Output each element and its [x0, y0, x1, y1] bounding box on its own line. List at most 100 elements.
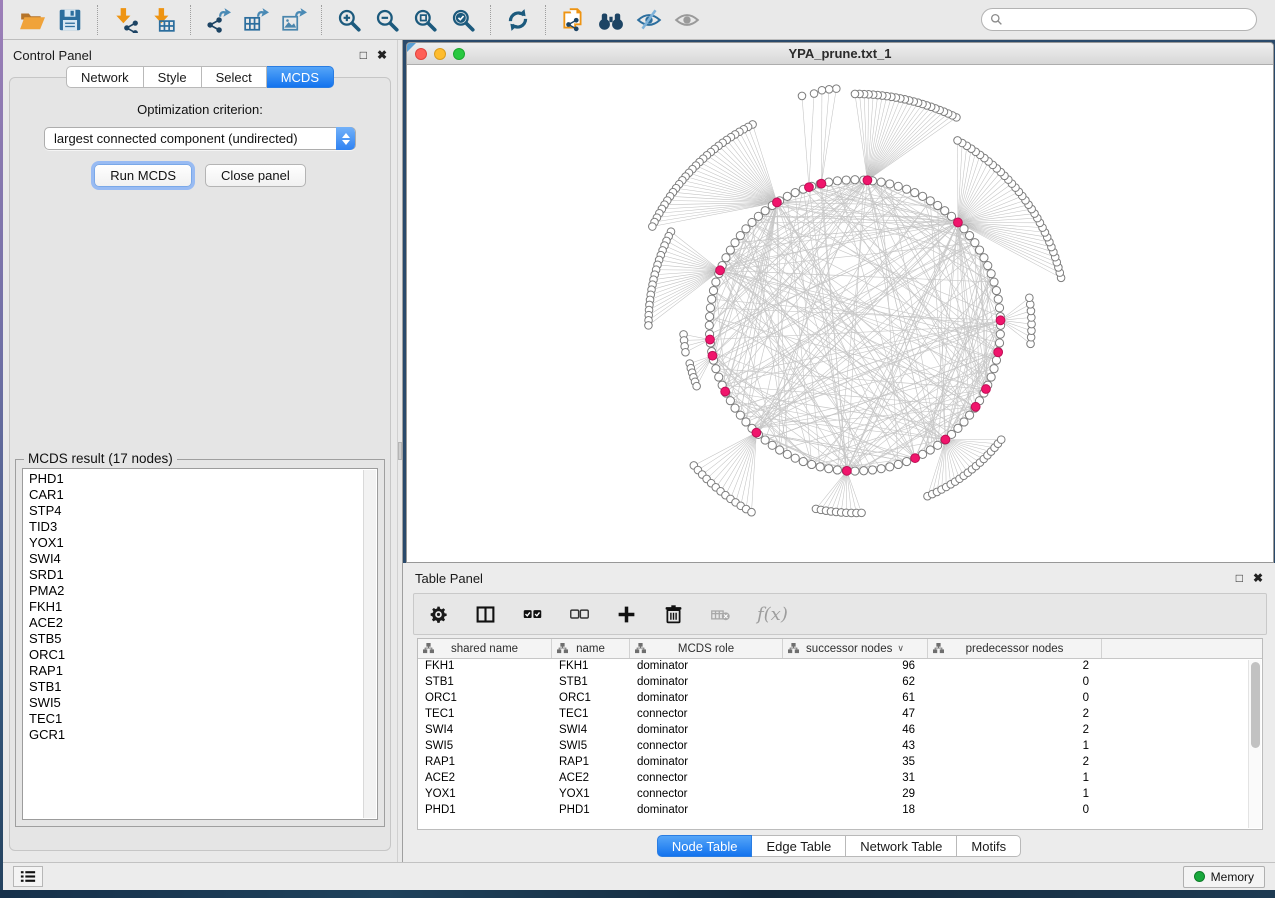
table-row[interactable]: FKH1FKH1dominator962 — [418, 659, 1262, 675]
table-row[interactable]: ACE2ACE2connector311 — [418, 771, 1262, 787]
graph-node[interactable] — [726, 397, 734, 405]
graph-node[interactable] — [682, 348, 690, 356]
graph-node[interactable] — [960, 418, 968, 426]
import-network-button[interactable] — [106, 3, 144, 37]
deselect-all-button[interactable] — [569, 599, 590, 629]
graph-hub-node[interactable] — [805, 183, 814, 192]
refresh-button[interactable] — [499, 3, 537, 37]
graph-node[interactable] — [693, 382, 701, 390]
mcds-result-item[interactable]: SWI4 — [29, 551, 377, 567]
table-cell[interactable]: RAP1 — [418, 755, 552, 771]
table-scrollbar-thumb[interactable] — [1251, 662, 1260, 748]
table-row[interactable]: ORC1ORC1dominator610 — [418, 691, 1262, 707]
graph-hub-node[interactable] — [708, 351, 717, 360]
graph-node[interactable] — [997, 436, 1005, 444]
graph-hub-node[interactable] — [706, 335, 715, 344]
graph-node[interactable] — [715, 373, 723, 381]
graph-node[interactable] — [934, 441, 942, 449]
split-columns-button[interactable] — [475, 599, 496, 629]
mcds-result-item[interactable]: TID3 — [29, 519, 377, 535]
graph-node[interactable] — [709, 286, 717, 294]
graph-node[interactable] — [926, 446, 934, 454]
table-cell[interactable]: 31 — [783, 771, 928, 787]
column-header-successor-nodes[interactable]: successor nodes∨ — [783, 639, 928, 658]
graph-node[interactable] — [706, 313, 714, 321]
tab-select[interactable]: Select — [202, 66, 267, 88]
graph-node[interactable] — [736, 232, 744, 240]
graph-node[interactable] — [995, 304, 1003, 312]
graph-node[interactable] — [984, 262, 992, 270]
graph-node[interactable] — [966, 232, 974, 240]
graph-node[interactable] — [748, 508, 756, 516]
graph-hub-node[interactable] — [842, 466, 851, 475]
table-cell[interactable]: 0 — [928, 691, 1102, 707]
clone-network-button[interactable] — [554, 3, 592, 37]
graph-node[interactable] — [954, 424, 962, 432]
table-row[interactable]: SWI4SWI4dominator462 — [418, 723, 1262, 739]
table-cell[interactable]: 29 — [783, 787, 928, 803]
table-cell[interactable]: 1 — [928, 787, 1102, 803]
table-cell[interactable]: 1 — [928, 739, 1102, 755]
graph-node[interactable] — [980, 254, 988, 262]
graph-node[interactable] — [731, 239, 739, 247]
graph-node[interactable] — [705, 321, 713, 329]
table-cell[interactable]: PHD1 — [552, 803, 630, 819]
mcds-result-item[interactable]: STB1 — [29, 679, 377, 695]
mcds-result-item[interactable]: RAP1 — [29, 663, 377, 679]
mcds-result-item[interactable]: FKH1 — [29, 599, 377, 615]
gear-button[interactable] — [428, 599, 449, 629]
tasks-button[interactable] — [13, 866, 43, 887]
graph-node[interactable] — [966, 411, 974, 419]
graph-node[interactable] — [1026, 294, 1034, 302]
graph-node[interactable] — [791, 189, 799, 197]
table-cell[interactable]: dominator — [630, 675, 783, 691]
graph-node[interactable] — [645, 322, 653, 330]
find-button[interactable] — [592, 3, 630, 37]
graph-node[interactable] — [726, 246, 734, 254]
tab-motifs[interactable]: Motifs — [957, 835, 1021, 857]
graph-node[interactable] — [649, 223, 657, 231]
column-header-shared-name[interactable]: shared name — [418, 639, 552, 658]
graph-node[interactable] — [798, 92, 806, 100]
close-table-panel-icon[interactable]: ✖ — [1253, 571, 1263, 585]
table-cell[interactable]: 2 — [928, 707, 1102, 723]
table-cell[interactable]: SWI5 — [418, 739, 552, 755]
graph-node[interactable] — [995, 339, 1003, 347]
table-cell[interactable]: connector — [630, 739, 783, 755]
mcds-result-item[interactable]: STP4 — [29, 503, 377, 519]
graph-node[interactable] — [783, 450, 791, 458]
mcds-result-item[interactable]: GCR1 — [29, 727, 377, 743]
graph-node[interactable] — [851, 176, 859, 184]
table-cell[interactable]: 0 — [928, 675, 1102, 691]
hide-selected-button[interactable] — [630, 3, 668, 37]
table-cell[interactable]: 0 — [928, 803, 1102, 819]
table-cell[interactable]: connector — [630, 707, 783, 723]
graph-node[interactable] — [990, 365, 998, 373]
mcds-result-item[interactable]: TEC1 — [29, 711, 377, 727]
zoom-out-button[interactable] — [368, 3, 406, 37]
close-panel-button[interactable]: Close panel — [205, 164, 306, 187]
graph-node[interactable] — [992, 286, 1000, 294]
table-cell[interactable]: FKH1 — [418, 659, 552, 675]
table-cell[interactable]: PHD1 — [418, 803, 552, 819]
tab-network[interactable]: Network — [66, 66, 144, 88]
select-all-button[interactable] — [522, 599, 543, 629]
table-cell[interactable]: TEC1 — [418, 707, 552, 723]
graph-hub-node[interactable] — [982, 385, 991, 394]
graph-node[interactable] — [818, 86, 826, 94]
splitter-grip[interactable] — [398, 442, 402, 460]
window-close-icon[interactable] — [415, 48, 427, 60]
float-table-panel-icon[interactable]: □ — [1236, 571, 1243, 585]
graph-hub-node[interactable] — [954, 218, 963, 227]
save-button[interactable] — [51, 3, 89, 37]
column-header-MCDS-role[interactable]: MCDS role — [630, 639, 783, 658]
memory-button[interactable]: Memory — [1183, 866, 1265, 888]
table-cell[interactable]: 2 — [928, 723, 1102, 739]
run-mcds-button[interactable]: Run MCDS — [94, 164, 192, 187]
graph-node[interactable] — [934, 201, 942, 209]
tab-mcds[interactable]: MCDS — [267, 66, 334, 88]
table-cell[interactable]: STB1 — [418, 675, 552, 691]
open-button[interactable] — [13, 3, 51, 37]
graph-node[interactable] — [742, 225, 750, 233]
graph-node[interactable] — [842, 176, 850, 184]
